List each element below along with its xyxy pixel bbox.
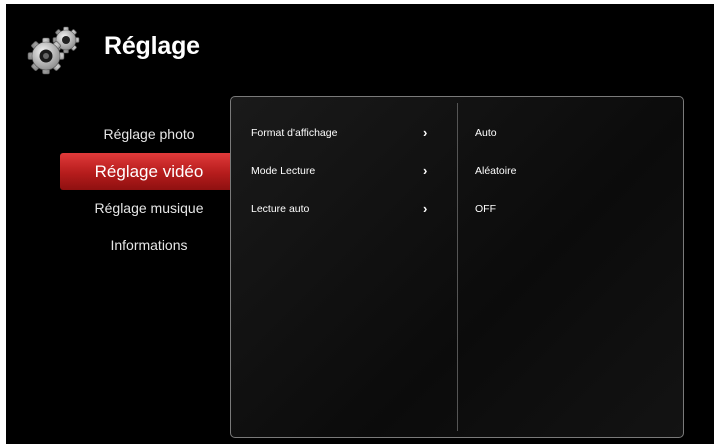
setting-row-mode-lecture[interactable]: Mode Lecture › Aléatoire — [231, 161, 685, 185]
chevron-right-icon: › — [423, 201, 428, 216]
setting-row-lecture-auto[interactable]: Lecture auto › OFF — [231, 199, 685, 223]
setting-label: Lecture auto — [251, 203, 310, 215]
settings-panel: Format d'affichage › Auto Mode Lecture ›… — [230, 96, 684, 438]
menu-item-photo[interactable]: Réglage photo — [60, 116, 238, 153]
setting-value: Auto — [475, 127, 497, 139]
page-title: Réglage — [104, 32, 200, 60]
menu-item-informations[interactable]: Informations — [60, 227, 238, 264]
setting-label: Mode Lecture — [251, 165, 316, 177]
menu-item-music[interactable]: Réglage musique — [60, 190, 238, 227]
settings-screen: Réglage Réglage photo Réglage vidéo Régl… — [6, 4, 714, 444]
settings-menu: Réglage photo Réglage vidéo Réglage musi… — [60, 116, 247, 264]
column-divider — [457, 103, 458, 431]
setting-value: OFF — [475, 203, 496, 215]
setting-row-format[interactable]: Format d'affichage › Auto — [231, 123, 685, 147]
header: Réglage — [26, 24, 326, 76]
setting-label: Format d'affichage — [251, 127, 338, 139]
chevron-right-icon: › — [423, 163, 428, 178]
chevron-right-icon: › — [423, 125, 428, 140]
menu-item-video[interactable]: Réglage vidéo — [60, 153, 247, 190]
setting-value: Aléatoire — [475, 165, 517, 177]
gears-icon — [27, 26, 80, 75]
